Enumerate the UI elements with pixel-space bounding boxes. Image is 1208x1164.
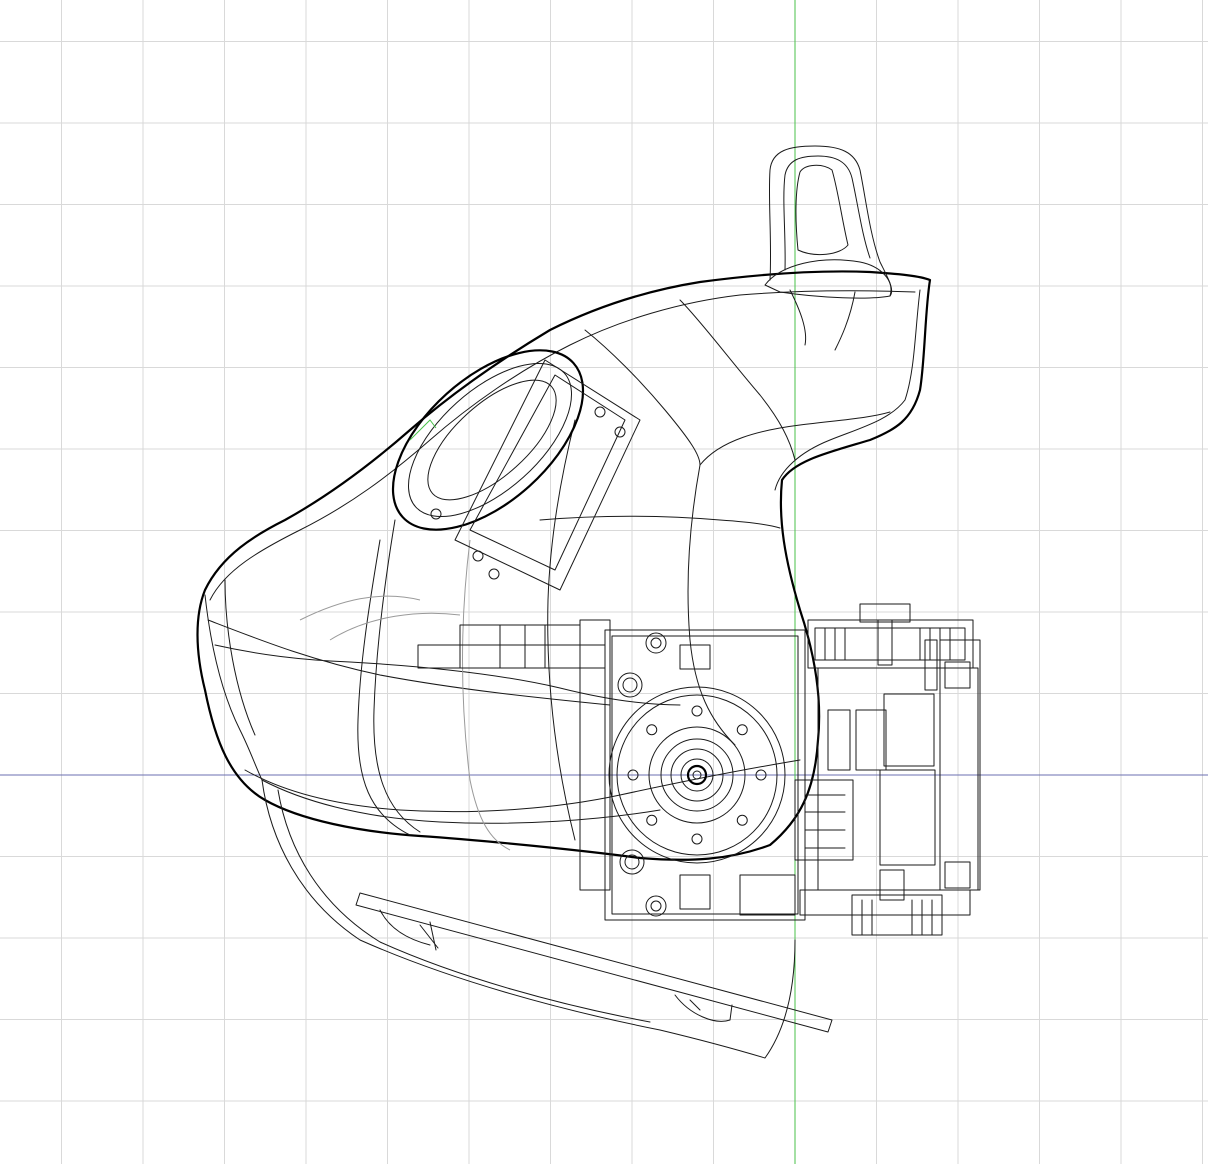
housing-contour-4 xyxy=(373,519,421,833)
housing-ghost-1 xyxy=(299,595,461,641)
trigger-inner xyxy=(783,155,871,271)
connector-bottom-2 xyxy=(739,874,796,916)
horn-bolt-hole xyxy=(646,814,658,826)
housing-contour-10 xyxy=(539,515,781,529)
servo-plug-pins xyxy=(804,794,846,849)
background-grid xyxy=(0,0,1208,1164)
corner-bolt-bl-core xyxy=(650,900,662,912)
bracket-window-1 xyxy=(827,709,851,771)
corner-bolt-tl-core xyxy=(650,637,662,649)
cad-viewport[interactable] xyxy=(0,0,1208,1164)
housing-contour-9 xyxy=(679,299,796,461)
bracket-top-clamp-inner xyxy=(814,627,966,661)
frame-screw-2 xyxy=(614,426,626,438)
mount-bolt-top-core xyxy=(622,677,638,693)
bracket-bottom-ribs xyxy=(861,899,933,936)
side-thumb-button[interactable] xyxy=(361,317,641,591)
bracket-top-clamp xyxy=(807,619,974,669)
housing-rear-lip-2 xyxy=(224,579,256,736)
trigger-stem xyxy=(789,289,856,351)
housing-contour-8 xyxy=(584,329,701,466)
housing-contour-6 xyxy=(687,464,736,746)
connector-top xyxy=(679,644,711,670)
bracket-top-screw xyxy=(877,619,893,666)
trigger-base xyxy=(764,259,892,299)
housing-ghost-2 xyxy=(462,539,511,851)
frame-screw-5 xyxy=(430,508,442,520)
housing-contour-1 xyxy=(244,759,801,813)
wireframe-scene[interactable] xyxy=(0,0,1208,1164)
gearbox-step-blocks xyxy=(417,624,606,669)
bracket-window-2 xyxy=(855,709,887,771)
horn-bolt-hole xyxy=(691,833,703,845)
corner-bolt-bl xyxy=(645,895,667,917)
trigger-pad xyxy=(795,164,849,256)
bracket-thread-rod xyxy=(924,639,938,691)
horn-bolt-hole xyxy=(691,705,703,717)
bracket-window-3 xyxy=(883,693,935,767)
bracket-bottom-clamp xyxy=(799,889,971,916)
bracket-top-ribs xyxy=(824,627,951,661)
bracket-side-plate xyxy=(939,639,981,891)
bracket-slot xyxy=(879,769,936,866)
frame-screw-3 xyxy=(472,550,484,562)
motor-gearbox-module[interactable] xyxy=(417,619,854,921)
base-plate-foot xyxy=(379,909,439,951)
horn-bolt-hole xyxy=(736,814,748,826)
frame-screw-4 xyxy=(488,568,500,580)
housing-rear-lip xyxy=(204,594,263,781)
horn-bolt-hole xyxy=(736,724,748,736)
horn-bolt-hole xyxy=(646,724,658,736)
housing-contour-3 xyxy=(357,539,411,836)
connector-bottom xyxy=(679,874,711,910)
frame-screw-1 xyxy=(594,406,606,418)
top-trigger[interactable] xyxy=(764,145,893,351)
housing-contour-2 xyxy=(261,779,661,824)
housing-outline xyxy=(196,270,932,861)
base-plate-lower-shell xyxy=(261,779,796,1059)
housing-contour-5 xyxy=(547,419,576,841)
housing-lower-curve xyxy=(207,619,681,706)
bracket-top-knob xyxy=(859,603,911,623)
handle-housing[interactable] xyxy=(196,270,932,861)
mounting-bracket[interactable] xyxy=(799,603,981,936)
